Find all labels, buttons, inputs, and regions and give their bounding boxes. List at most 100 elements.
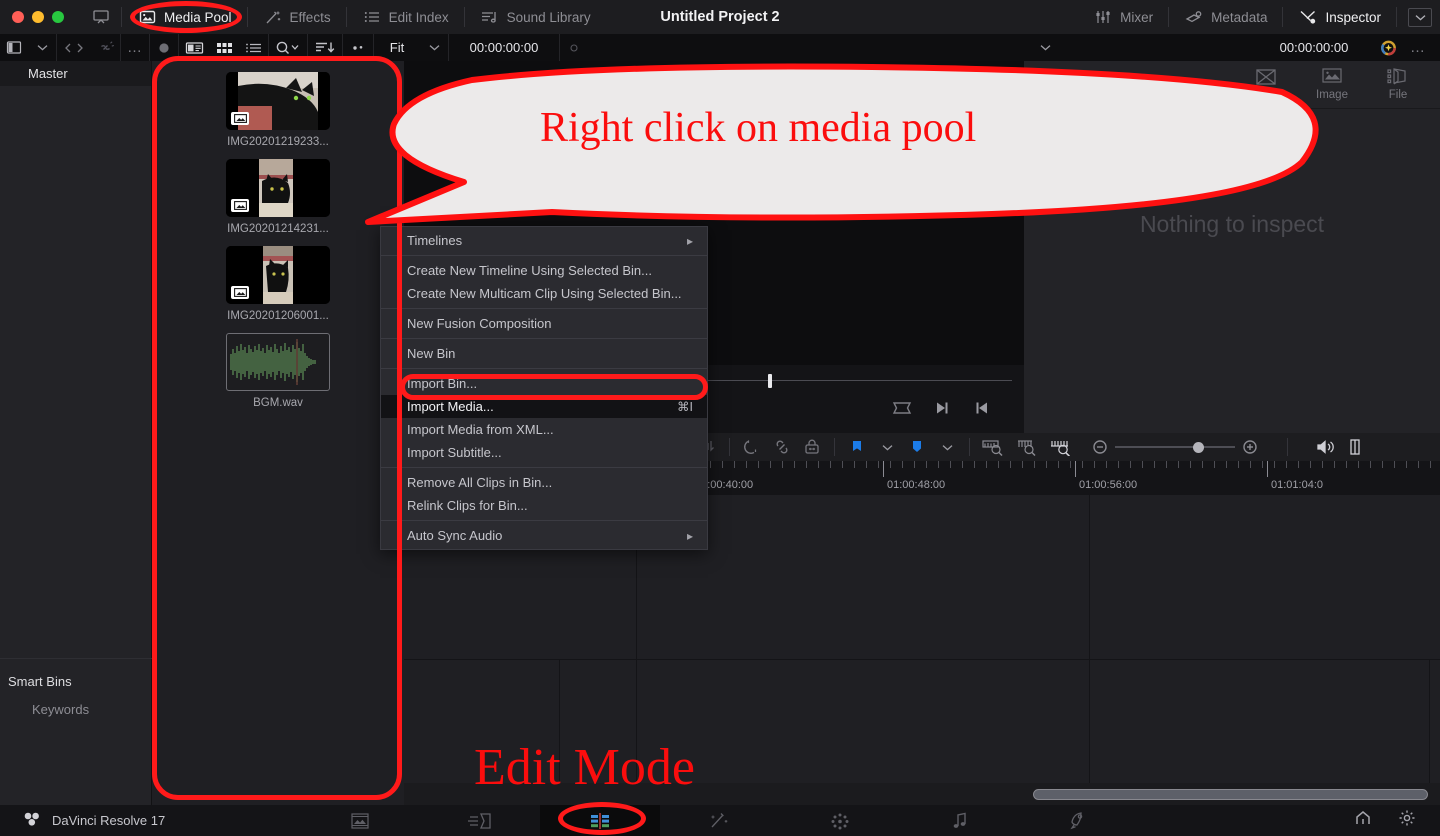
menu-item-remove-all-clips-in-bin[interactable]: Remove All Clips in Bin... (381, 471, 707, 494)
tab-image[interactable]: Image (1300, 61, 1364, 101)
snapping-icon[interactable] (737, 433, 767, 461)
toolbar-item-edit-index[interactable]: Edit Index (352, 0, 459, 34)
sort-icon[interactable] (308, 34, 342, 61)
menu-item-create-new-timeline[interactable]: Create New Timeline Using Selected Bin..… (381, 259, 707, 282)
sidebar-toggle-icon[interactable] (0, 34, 28, 61)
context-menu[interactable]: Timelines ▸ Create New Timeline Using Se… (380, 226, 708, 550)
next-frame-icon[interactable] (922, 391, 962, 425)
menu-item-import-media-from-xml[interactable]: Import Media from XML... (381, 418, 707, 441)
tab-transform[interactable] (1234, 61, 1298, 91)
menu-item-label: Remove All Clips in Bin... (407, 475, 553, 490)
clip-thumbnail[interactable] (226, 72, 330, 130)
toolbar-divider (1282, 7, 1284, 27)
menu-item-relink-clips-for-bin[interactable]: Relink Clips for Bin... (381, 494, 707, 517)
ruler-minor-tick (878, 461, 879, 468)
sidebar-item-deliver-page[interactable] (1020, 805, 1140, 836)
project-manager-icon[interactable] (86, 4, 116, 31)
timeline-ruler[interactable]: 01:00:40:00 01:00:48:00 01:00:56:00 01:01:0… (636, 461, 1440, 495)
toolbar-item-sound-library[interactable]: Sound Library (470, 0, 601, 34)
menu-item-label: Import Media from XML... (407, 422, 554, 437)
ruler-minor-tick (818, 461, 819, 468)
sidebar-item-media-page[interactable] (300, 805, 420, 836)
menu-item-auto-sync-audio[interactable]: Auto Sync Audio ▸ (381, 524, 707, 547)
zoom-level-dropdown-icon[interactable] (420, 34, 448, 61)
flag-icon[interactable] (842, 433, 872, 461)
clip-thumbnail[interactable] (226, 159, 330, 217)
menu-item-import-subtitle[interactable]: Import Subtitle... (381, 441, 707, 464)
maximize-window-button[interactable] (52, 11, 64, 23)
sidebar-item-fusion-page[interactable] (660, 805, 780, 836)
timecode-in-field[interactable]: 00:00:00:00 (449, 34, 559, 61)
unlink-icon[interactable] (91, 34, 120, 61)
sidebar-item-keywords[interactable]: Keywords (0, 695, 152, 723)
thumbnail-view-icon[interactable] (210, 34, 239, 61)
timeline-view-options-icon[interactable] (1340, 433, 1370, 461)
more-options-icon[interactable]: … (1404, 34, 1432, 61)
expand-panel-button[interactable] (1408, 7, 1432, 27)
marker-dropdown-icon[interactable] (932, 433, 962, 461)
prev-next-clip-icon[interactable] (57, 34, 91, 61)
sidebar-item-color-page[interactable] (780, 805, 900, 836)
bin-item-master[interactable]: Master (0, 61, 151, 86)
scrollbar-thumb[interactable] (1033, 788, 1428, 800)
toolbar-item-effects[interactable]: Effects (253, 0, 341, 34)
metadata-view-icon[interactable] (179, 34, 210, 61)
media-pool-panel[interactable]: IMG20201219233... IMG20201214231... IMG2… (152, 61, 404, 805)
zoom-custom-icon[interactable] (1045, 433, 1079, 461)
media-clip-item[interactable]: IMG20201219233... (152, 61, 404, 148)
tab-file[interactable]: File (1366, 61, 1430, 101)
toolbar-item-metadata[interactable]: Metadata (1174, 0, 1277, 34)
audio-volume-icon[interactable] (1310, 433, 1340, 461)
zoom-full-extent-icon[interactable] (977, 433, 1011, 461)
ruler-minor-tick (1094, 461, 1095, 468)
chevron-down-icon[interactable] (28, 34, 56, 61)
marker-icon[interactable] (902, 433, 932, 461)
clip-thumbnail[interactable] (226, 246, 330, 304)
menu-item-create-new-multicam-clip[interactable]: Create New Multicam Clip Using Selected … (381, 282, 707, 305)
menu-item-timelines[interactable]: Timelines ▸ (381, 229, 707, 252)
sidebar-item-fairlight-page[interactable] (900, 805, 1020, 836)
menu-item-import-media[interactable]: Import Media... ⌘I (381, 395, 707, 418)
zoom-level-label[interactable]: Fit (374, 34, 420, 61)
fit-screen-icon[interactable] (882, 391, 922, 425)
playhead-handle[interactable] (768, 374, 772, 388)
zoom-slider[interactable] (1115, 438, 1235, 456)
zoom-out-icon[interactable] (1085, 433, 1115, 461)
sidebar-item-smart-bins[interactable]: Smart Bins (0, 667, 152, 695)
media-clip-item[interactable]: BGM.wav (152, 322, 404, 409)
toolbar-item-mixer[interactable]: Mixer (1083, 0, 1163, 34)
media-clip-item[interactable]: IMG20201206001... (152, 235, 404, 322)
clip-name-label: IMG20201219233... (227, 136, 329, 148)
more-options-icon[interactable]: … (121, 34, 149, 61)
sidebar-item-cut-page[interactable] (420, 805, 540, 836)
toolbar-item-inspector[interactable]: Inspector (1288, 0, 1391, 34)
menu-item-new-fusion-composition[interactable]: New Fusion Composition (381, 312, 707, 335)
media-clip-item[interactable]: IMG20201214231... (152, 148, 404, 235)
home-icon[interactable] (1354, 810, 1372, 832)
close-window-button[interactable] (12, 11, 24, 23)
zoom-in-icon[interactable] (1235, 433, 1265, 461)
timeline-horizontal-scroll[interactable] (404, 783, 1440, 805)
timecode-out-field[interactable]: 00:00:00:00 (1259, 34, 1369, 61)
sidebar-item-edit-page[interactable] (540, 805, 660, 836)
toolbar-item-media-pool[interactable]: Media Pool (127, 0, 242, 34)
menu-item-new-bin[interactable]: New Bin (381, 342, 707, 365)
ruler-minor-tick (1406, 461, 1407, 468)
view-options-icon[interactable] (343, 34, 373, 61)
flag-dropdown-icon[interactable] (872, 433, 902, 461)
track-grid-line (1429, 660, 1430, 783)
ruler-minor-tick (1286, 461, 1287, 468)
list-view-icon[interactable] (239, 34, 268, 61)
lock-track-icon[interactable] (797, 433, 827, 461)
color-wheel-icon[interactable] (1373, 34, 1404, 61)
zoom-detail-icon[interactable] (1011, 433, 1045, 461)
search-icon[interactable] (269, 34, 307, 61)
prev-frame-icon[interactable] (962, 391, 1002, 425)
clip-thumbnail-audio[interactable] (226, 333, 330, 391)
menu-item-import-bin[interactable]: Import Bin... (381, 372, 707, 395)
linked-selection-icon[interactable] (767, 433, 797, 461)
settings-gear-icon[interactable] (1398, 809, 1416, 832)
clip-name-dropdown-icon[interactable] (1031, 34, 1059, 61)
record-dot-icon[interactable] (150, 34, 178, 61)
minimize-window-button[interactable] (32, 11, 44, 23)
